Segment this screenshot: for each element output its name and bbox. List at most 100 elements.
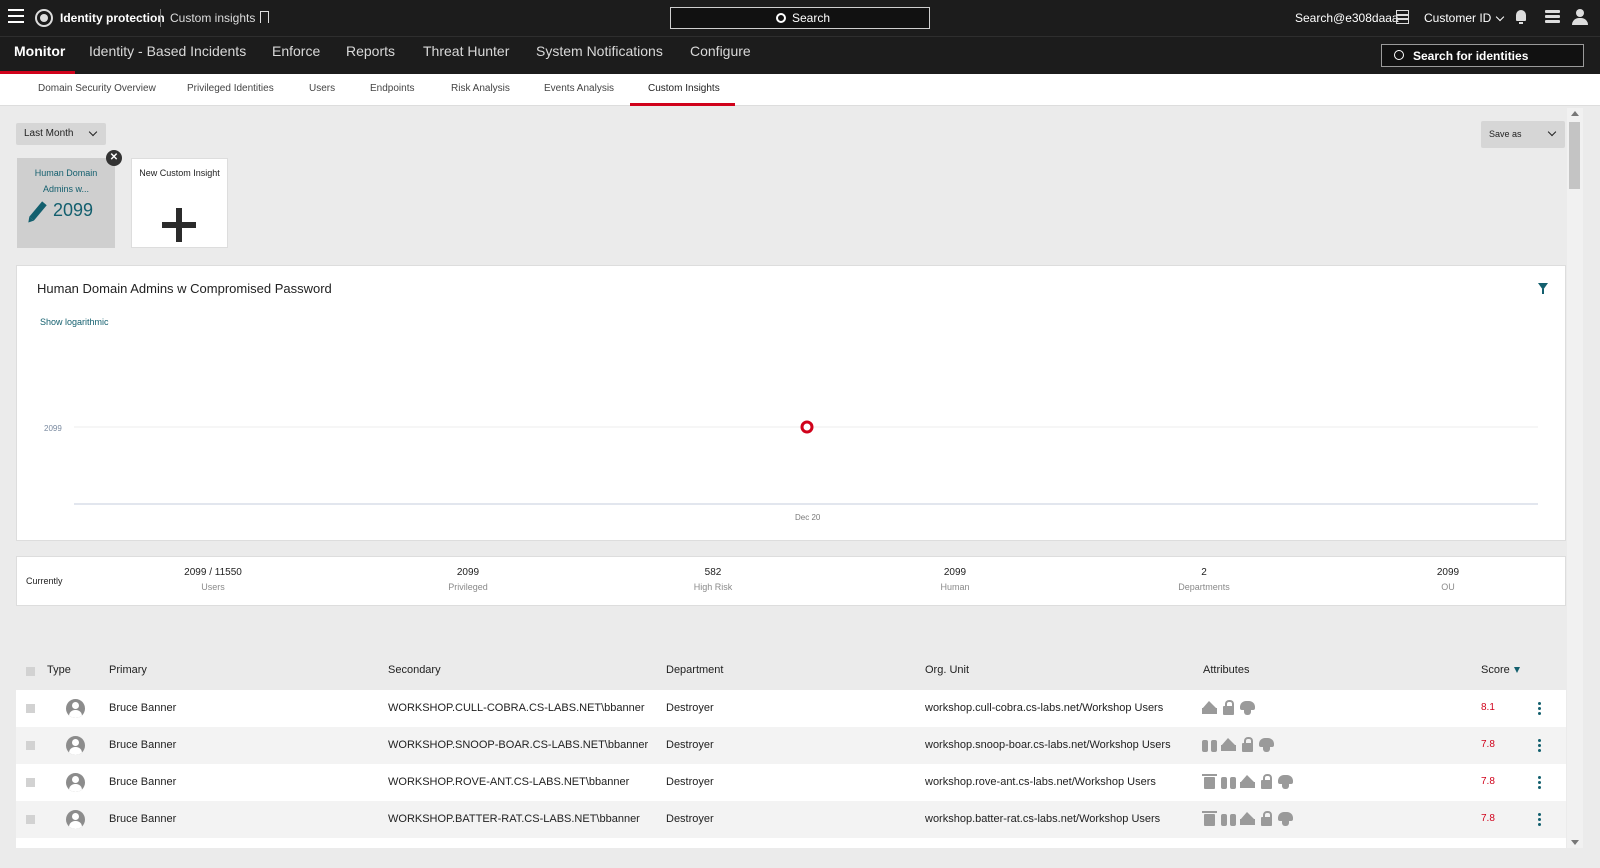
pencil-icon[interactable] (29, 200, 47, 221)
column-secondary[interactable]: Secondary (388, 664, 441, 676)
close-icon[interactable]: ✕ (106, 150, 122, 166)
kebab-menu-icon[interactable] (1538, 776, 1541, 789)
scrollbar-track[interactable] (1567, 108, 1583, 848)
row-checkbox[interactable] (26, 778, 35, 787)
new-custom-insight-label: New Custom Insight (139, 168, 220, 178)
column-score[interactable]: Score (1481, 664, 1520, 676)
cell-primary[interactable]: Bruce Banner (109, 739, 176, 751)
nav-enforce[interactable]: Enforce (272, 43, 320, 75)
stat-value: 582 (704, 567, 722, 578)
nav-reports[interactable]: Reports (346, 43, 395, 75)
cell-department: Destroyer (666, 702, 714, 714)
stat-value: 2099 (1436, 567, 1460, 578)
tab-domain-security-overview[interactable]: Domain Security Overview (38, 83, 156, 94)
row-checkbox[interactable] (26, 704, 35, 713)
falcon-logo-icon (35, 9, 53, 27)
sub-tabs: Domain Security Overview Privileged Iden… (0, 74, 1600, 106)
table-row[interactable]: Bruce Banner WORKSHOP.BATTER-RAT.CS-LABS… (16, 801, 1566, 838)
stat-value: 2 (1201, 567, 1207, 578)
stat-value: 2099 (943, 567, 967, 578)
tab-users[interactable]: Users (309, 83, 335, 94)
user-avatar-icon (66, 810, 85, 829)
time-range-select[interactable]: Last Month (16, 123, 106, 145)
cell-primary[interactable]: Bruce Banner (109, 813, 176, 825)
insight-card-human-domain-admins[interactable]: Human Domain Admins w... 2099 (17, 158, 115, 248)
table-row[interactable]: Bruce Banner WORKSHOP.CULL-COBRA.CS-LABS… (16, 690, 1566, 727)
table-row[interactable]: Bruce Banner WORKSHOP.ROVE-ANT.CS-LABS.N… (16, 764, 1566, 801)
save-as-label: Save as (1489, 129, 1522, 139)
stat-privileged[interactable]: 2099 Privileged (408, 567, 528, 592)
chevron-down-icon (1547, 127, 1557, 137)
top-divider (160, 9, 161, 27)
app-title: Identity protection (60, 11, 165, 25)
scroll-up-arrow-icon[interactable] (1571, 111, 1579, 116)
kebab-menu-icon[interactable] (1538, 739, 1541, 752)
top-bar: Identity protection Custom insights Sear… (0, 0, 1600, 36)
lock-icon (1240, 737, 1255, 752)
cell-score: 7.8 (1481, 813, 1495, 824)
user-avatar-icon (66, 773, 85, 792)
column-primary[interactable]: Primary (109, 664, 147, 676)
customer-dropdown[interactable]: Customer ID (1424, 11, 1505, 25)
scrollbar-thumb[interactable] (1569, 122, 1580, 189)
tab-custom-insights[interactable]: Custom Insights (648, 83, 720, 94)
kebab-menu-icon[interactable] (1538, 813, 1541, 826)
table-icon[interactable] (1396, 10, 1409, 24)
row-checkbox[interactable] (26, 741, 35, 750)
cell-department: Destroyer (666, 739, 714, 751)
identity-search-input[interactable]: Search for identities (1381, 44, 1584, 67)
bookmark-icon[interactable] (260, 11, 269, 23)
tab-endpoints[interactable]: Endpoints (370, 83, 414, 94)
tab-events-analysis[interactable]: Events Analysis (544, 83, 614, 94)
mask-icon (1240, 700, 1255, 715)
stat-key: OU (1441, 582, 1455, 592)
nav-threat-hunter[interactable]: Threat Hunter (423, 43, 509, 75)
global-search-button[interactable]: Search (670, 7, 930, 29)
column-attributes[interactable]: Attributes (1203, 664, 1249, 676)
stat-high-risk[interactable]: 582 High Risk (653, 567, 773, 592)
cell-department: Destroyer (666, 776, 714, 788)
crown-icon (1240, 774, 1255, 789)
stat-value: 2099 / 11550 (184, 567, 242, 578)
tab-privileged-identities[interactable]: Privileged Identities (187, 83, 274, 94)
row-checkbox[interactable] (26, 815, 35, 824)
column-department[interactable]: Department (666, 664, 723, 676)
stat-human[interactable]: 2099 Human (895, 567, 1015, 592)
menu-icon[interactable] (8, 9, 24, 23)
cell-primary[interactable]: Bruce Banner (109, 702, 176, 714)
plus-icon (162, 208, 196, 242)
currently-label: Currently (26, 576, 63, 586)
cell-primary[interactable]: Bruce Banner (109, 776, 176, 788)
tab-risk-analysis[interactable]: Risk Analysis (451, 83, 510, 94)
nav-configure[interactable]: Configure (690, 43, 751, 75)
cell-org-unit: workshop.rove-ant.cs-labs.net/Workshop U… (925, 776, 1156, 788)
table-row[interactable]: Bruce Banner WORKSHOP.SNOOP-BOAR.CS-LABS… (16, 727, 1566, 764)
x-tick-label: Dec 20 (795, 513, 821, 522)
cell-secondary: WORKSHOP.BATTER-RAT.CS-LABS.NET\bbanner (388, 813, 640, 825)
scroll-down-arrow-icon[interactable] (1571, 840, 1579, 845)
user-icon[interactable] (1572, 9, 1588, 25)
column-type[interactable]: Type (47, 664, 71, 676)
new-custom-insight-card[interactable]: New Custom Insight (131, 158, 228, 248)
column-org-unit[interactable]: Org. Unit (925, 664, 969, 676)
nav-system-notifications[interactable]: System Notifications (536, 43, 663, 75)
stat-key: High Risk (693, 582, 733, 592)
save-as-select[interactable]: Save as (1481, 121, 1565, 148)
cell-org-unit: workshop.batter-rat.cs-labs.net/Workshop… (925, 813, 1161, 825)
search-icon (1394, 50, 1404, 60)
stack-icon[interactable] (1545, 10, 1560, 24)
stat-key: Privileged (448, 582, 488, 592)
global-search-label: Search (792, 11, 831, 25)
bell-icon[interactable] (1514, 10, 1528, 24)
select-all-checkbox[interactable] (26, 667, 35, 676)
kebab-menu-icon[interactable] (1538, 702, 1541, 715)
nav-identity-based-incidents[interactable]: Identity - Based Incidents (89, 43, 246, 75)
stat-ou[interactable]: 2099 OU (1388, 567, 1508, 592)
stat-users[interactable]: 2099 / 11550 Users (153, 567, 273, 592)
mask-icon (1259, 737, 1274, 752)
user-label[interactable]: Search@e308daaa (1295, 11, 1399, 25)
main-nav: Monitor Identity - Based Incidents Enfor… (0, 36, 1600, 74)
data-point[interactable] (800, 420, 814, 434)
stat-departments[interactable]: 2 Departments (1144, 567, 1264, 592)
y-tick-label: 2099 (44, 424, 62, 433)
